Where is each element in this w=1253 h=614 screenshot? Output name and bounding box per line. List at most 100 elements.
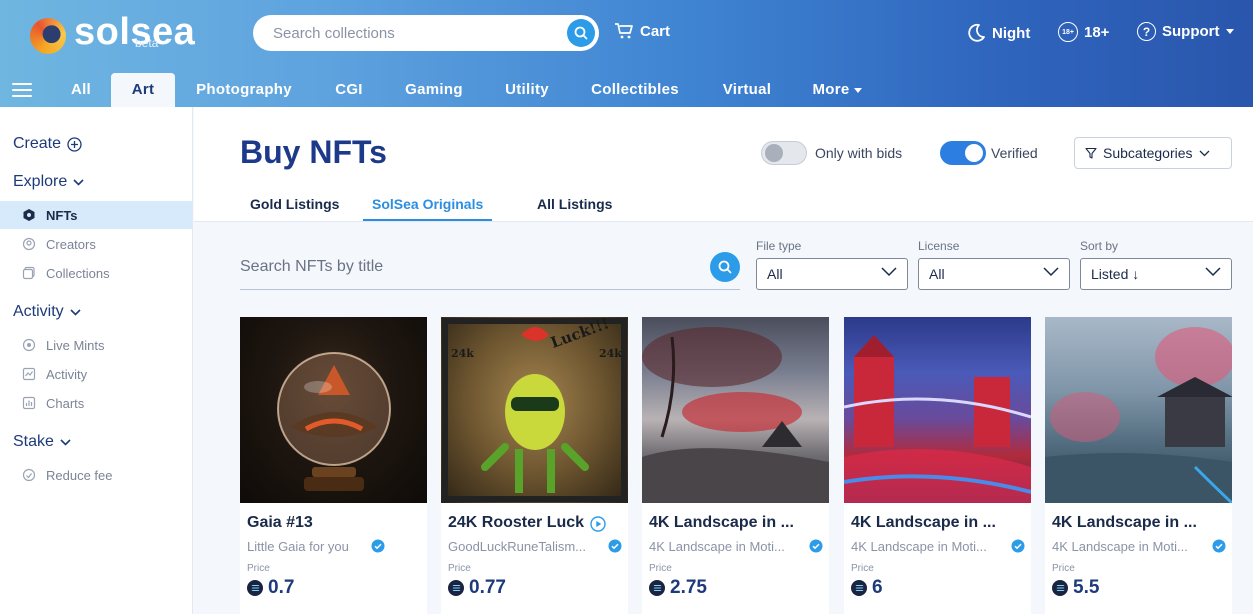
explore-label: Explore: [13, 173, 68, 190]
nft-image-landscape-2[interactable]: [844, 317, 1031, 503]
chevron-down-icon: [60, 438, 71, 446]
nft-search: [240, 252, 740, 290]
price-label: Price: [649, 563, 672, 574]
nft-collection[interactable]: GoodLuckRuneTalism...: [448, 539, 606, 554]
create-label: Create: [13, 135, 62, 152]
price-label: Price: [448, 563, 471, 574]
nft-card[interactable]: 4K Landscape in ... 4K Landscape in Moti…: [1045, 317, 1232, 614]
night-mode-toggle[interactable]: Night: [964, 22, 1030, 44]
price-label: Price: [1052, 563, 1075, 574]
nft-collection[interactable]: 4K Landscape in Moti...: [1052, 539, 1202, 554]
category-tab-gaming[interactable]: Gaming: [398, 73, 470, 107]
sidebar-create[interactable]: Create: [13, 135, 82, 153]
bar-chart-icon: [22, 396, 36, 410]
license-select[interactable]: All: [918, 258, 1070, 290]
chevron-down-icon: [73, 178, 84, 186]
category-tab-art[interactable]: Art: [111, 73, 175, 107]
solana-icon: [448, 580, 464, 596]
brand-logo[interactable]: solsea: [30, 12, 195, 62]
sidebar-item-live-mints[interactable]: Live Mints: [0, 331, 192, 359]
price-label: Price: [247, 563, 270, 574]
nft-name[interactable]: 4K Landscape in ...: [851, 514, 1026, 532]
license-value: All: [929, 266, 945, 282]
tab-all-listings[interactable]: All Listings: [537, 196, 612, 219]
nft-name[interactable]: 4K Landscape in ...: [649, 514, 824, 532]
creator-icon: [22, 237, 36, 251]
tab-gold-listings[interactable]: Gold Listings: [250, 196, 339, 219]
plus-circle-icon: [67, 136, 82, 152]
category-tab-collectibles[interactable]: Collectibles: [585, 73, 685, 107]
category-tab-utility[interactable]: Utility: [497, 73, 557, 107]
activity-label: Activity: [13, 303, 64, 320]
menu-icon[interactable]: [12, 83, 32, 97]
nft-name[interactable]: 24K Rooster Luck: [448, 514, 603, 532]
nft-image-gaia[interactable]: [240, 317, 427, 503]
nft-image-landscape-3[interactable]: [1045, 317, 1232, 503]
verified-badge-icon: [809, 539, 823, 553]
price-value: 2.75: [670, 577, 707, 598]
moon-icon: [968, 23, 985, 42]
age-label: 18+: [1084, 23, 1110, 41]
sidebar-item-label: NFTs: [46, 207, 78, 223]
category-tab-virtual[interactable]: Virtual: [714, 73, 780, 107]
collections-icon: [22, 266, 35, 280]
tab-solsea-originals[interactable]: SolSea Originals: [363, 196, 493, 221]
nft-image-landscape-1[interactable]: [642, 317, 829, 503]
nft-card[interactable]: Gaia #13 Little Gaia for you Price 0.7: [240, 317, 427, 614]
svg-text:24k: 24k: [451, 347, 474, 360]
toggle-knob: [965, 144, 983, 162]
cart-button[interactable]: Cart: [614, 22, 670, 40]
sidebar-item-creators[interactable]: Creators: [0, 230, 192, 258]
sidebar-item-reduce-fee[interactable]: Reduce fee: [0, 461, 192, 489]
caret-down-icon: [853, 87, 862, 93]
sidebar-stake[interactable]: Stake: [13, 433, 71, 451]
category-tab-more[interactable]: More: [806, 73, 868, 107]
nft-name[interactable]: Gaia #13: [247, 514, 422, 532]
sidebar-item-label: Live Mints: [46, 337, 105, 353]
subcategories-button[interactable]: Subcategories: [1074, 137, 1232, 169]
search-icon[interactable]: [567, 19, 595, 47]
nft-image-rooster[interactable]: Luck!!! 24k 24k: [441, 317, 628, 503]
solsea-logo-icon: [30, 18, 66, 54]
collection-search-input[interactable]: [273, 24, 553, 42]
sort-by-label: Sort by: [1080, 239, 1119, 253]
solana-icon: [649, 580, 665, 596]
nft-collection[interactable]: 4K Landscape in Moti...: [851, 539, 1001, 554]
hexagon-icon: [23, 209, 35, 221]
sidebar-item-nfts[interactable]: NFTs: [0, 201, 192, 229]
sidebar-item-label: Collections: [46, 265, 110, 281]
sort-by-value: Listed ↓: [1091, 266, 1140, 282]
sidebar-item-collections[interactable]: Collections: [0, 259, 192, 287]
age-filter-button[interactable]: 18+ 18+: [1058, 22, 1109, 42]
category-tab-all[interactable]: All: [57, 73, 105, 107]
subcategories-label: Subcategories: [1103, 145, 1193, 161]
price-value: 5.5: [1073, 577, 1100, 598]
top-header: solsea beta Cart Night 18+ 18+ ? Support…: [0, 0, 1253, 107]
nft-price: 2.75: [649, 577, 707, 599]
svg-text:24k: 24k: [599, 347, 622, 360]
only-with-bids-toggle[interactable]: [761, 141, 807, 165]
support-menu[interactable]: ? Support: [1137, 22, 1234, 41]
sidebar-item-label: Activity: [46, 366, 88, 382]
nft-card[interactable]: 4K Landscape in ... 4K Landscape in Moti…: [844, 317, 1031, 614]
file-type-select[interactable]: All: [756, 258, 908, 290]
verified-toggle[interactable]: [940, 141, 986, 165]
sidebar-item-label: Charts: [46, 395, 85, 411]
sort-by-select[interactable]: Listed ↓: [1080, 258, 1232, 290]
support-label: Support: [1162, 23, 1220, 40]
nft-collection[interactable]: 4K Landscape in Moti...: [649, 539, 799, 554]
sidebar-explore[interactable]: Explore: [13, 173, 84, 191]
sidebar-activity[interactable]: Activity: [13, 303, 81, 321]
nft-card[interactable]: 4K Landscape in ... 4K Landscape in Moti…: [642, 317, 829, 614]
license-label: License: [918, 239, 960, 253]
sidebar-item-activity[interactable]: Activity: [0, 360, 192, 388]
nft-card[interactable]: Luck!!! 24k 24k 24K Rooster Luck GoodLuc…: [441, 317, 628, 614]
search-icon[interactable]: [710, 252, 740, 282]
toggle-knob: [765, 144, 783, 162]
nft-search-input[interactable]: [240, 258, 680, 276]
filter-icon: [1085, 147, 1097, 159]
sidebar-item-charts[interactable]: Charts: [0, 389, 192, 417]
category-tab-cgi[interactable]: CGI: [325, 73, 373, 107]
nft-name[interactable]: 4K Landscape in ...: [1052, 514, 1227, 532]
category-tab-photography[interactable]: Photography: [188, 73, 300, 107]
